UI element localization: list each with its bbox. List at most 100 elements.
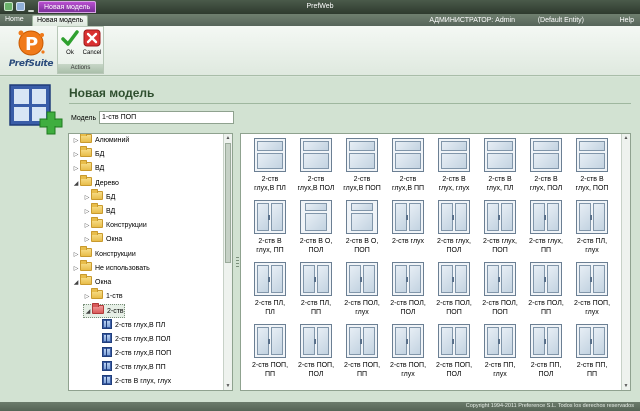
expand-toggle-icon[interactable]: ◢ — [72, 177, 80, 191]
model-tile[interactable]: 2-ств В глух, ПОП — [569, 138, 615, 193]
tree-folder[interactable]: ◢ 2-ств — [83, 303, 125, 319]
model-tile[interactable]: 2-ств В глух, ПОЛ — [523, 138, 569, 193]
folder-icon — [92, 303, 104, 315]
model-tile[interactable]: 2-ств В О, ПОЛ — [293, 200, 339, 255]
cancel-button[interactable]: Cancel — [81, 29, 103, 61]
tree-folder[interactable]: ▷ Окна — [83, 231, 122, 247]
model-tile[interactable]: 2-ств ПОП, ПП — [339, 324, 385, 379]
tab-new-model[interactable]: Новая модель — [32, 15, 89, 26]
scroll-up-icon[interactable]: ▲ — [225, 135, 231, 141]
tree-folder[interactable]: ▷ ВД — [83, 203, 116, 219]
model-caption-line1: 2-ств ПОП, — [573, 300, 611, 307]
model-caption-line1: 2-ств В — [488, 176, 512, 183]
window-thumbnail-icon — [484, 262, 516, 296]
expand-toggle-icon[interactable]: ▷ — [83, 205, 91, 219]
model-tile[interactable]: 2-ств ПОП, ПП — [247, 324, 293, 379]
window-thumbnail-icon — [576, 324, 608, 358]
quick-access-dropdown-icon[interactable] — [28, 10, 34, 12]
tree-model-item[interactable]: 2-ств глух,В ПОЛ — [94, 332, 171, 347]
model-tile-caption: 2-ств ПОП, глух — [569, 299, 615, 317]
window-thumbnail-icon — [392, 324, 424, 358]
model-tile[interactable]: 2-ств ПОП, ПОЛ — [431, 324, 477, 379]
scroll-down-icon[interactable]: ▼ — [623, 383, 629, 389]
model-tile-caption: 2-ств В глух, ПОЛ — [523, 175, 569, 193]
tree-folder[interactable]: ▷ 1-ств — [83, 288, 123, 304]
model-tile[interactable]: 2-ств глух,В ПП — [385, 138, 431, 193]
model-caption-line2: ПП — [356, 371, 368, 378]
save-icon[interactable] — [4, 2, 13, 11]
model-tile[interactable]: 2-ств глух,В ПЛ — [247, 138, 293, 193]
model-tile-caption: 2-ств ПОП, ПП — [247, 361, 293, 379]
help-link[interactable]: Help — [620, 16, 634, 25]
model-tile[interactable]: 2-ств глух, ПОЛ — [431, 200, 477, 255]
model-caption-line2: ПОП — [446, 309, 462, 316]
model-tile[interactable]: 2-ств В глух, ПЛ — [477, 138, 523, 193]
model-tile[interactable]: 2-ств ПЛ, ПЛ — [247, 262, 293, 317]
tree-folder[interactable]: ▷ БД — [83, 188, 115, 205]
model-tile[interactable]: 2-ств глух — [385, 200, 431, 246]
model-caption-line1: 2-ств В — [442, 176, 466, 183]
tree-scrollbar[interactable]: ▲ ▼ — [223, 134, 232, 390]
model-tile[interactable]: 2-ств ПП, ПП — [569, 324, 615, 379]
grid-scrollbar[interactable]: ▲ ▼ — [621, 134, 630, 390]
model-tile[interactable]: 2-ств ПОЛ, ПП — [523, 262, 569, 317]
window-model-icon — [102, 361, 112, 372]
window-thumbnail-icon — [346, 324, 378, 358]
model-caption-line1: 2-ств ПОЛ, — [390, 300, 426, 307]
window-thumbnail-icon — [300, 138, 332, 172]
model-tile-caption: 2-ств глух,В ПОЛ — [293, 175, 339, 193]
model-tile[interactable]: 2-ств глух, ПП — [523, 200, 569, 255]
model-tile[interactable]: 2-ств ПП, ПОЛ — [523, 324, 569, 379]
model-tile[interactable]: 2-ств ПЛ, глух — [569, 200, 615, 255]
expand-toggle-icon[interactable]: ◢ — [72, 276, 80, 290]
model-tile[interactable]: 2-ств глух,В ПОП — [339, 138, 385, 193]
tree-node-label: Конструкции — [95, 250, 136, 258]
splitter-grip[interactable] — [236, 257, 239, 267]
expand-toggle-icon[interactable]: ◢ — [84, 305, 92, 319]
model-tile[interactable]: 2-ств В глух, глух — [431, 138, 477, 193]
expand-toggle-icon[interactable]: ▷ — [72, 262, 80, 276]
model-tile[interactable]: 2-ств ПОП, ПОЛ — [293, 324, 339, 379]
model-tile[interactable]: 2-ств ПОЛ, ПОП — [477, 262, 523, 317]
tree-folder[interactable]: ▷ БД — [72, 146, 104, 162]
model-tile[interactable]: 2-ств ПОЛ, ПОП — [431, 262, 477, 317]
model-tile[interactable]: 2-ств ПОЛ, глух — [339, 262, 385, 317]
window-model-icon — [102, 318, 112, 329]
scroll-down-icon[interactable]: ▼ — [225, 383, 231, 389]
model-tile[interactable]: 2-ств глух, ПОП — [477, 200, 523, 255]
model-tile-caption: 2-ств ПОЛ, ПОП — [477, 299, 523, 317]
model-tile[interactable]: 2-ств ПОП, глух — [385, 324, 431, 379]
tree-model-item[interactable]: 2-ств В глух, глух — [94, 375, 171, 389]
model-tile[interactable]: 2-ств ПОП, глух — [569, 262, 615, 317]
expand-toggle-icon[interactable]: ▷ — [83, 290, 91, 304]
expand-toggle-icon[interactable]: ▷ — [83, 191, 91, 205]
expand-toggle-icon[interactable]: ▷ — [72, 134, 80, 148]
expand-toggle-icon[interactable]: ▷ — [83, 219, 91, 233]
menu-tabs: Home Новая модель АДМИНИСТРАТОР: Admin (… — [0, 14, 640, 26]
ok-button[interactable]: Ok — [59, 29, 81, 61]
scroll-up-icon[interactable]: ▲ — [623, 135, 629, 141]
tree-node-label: ВД — [106, 208, 116, 215]
model-tile-caption: 2-ств ПЛ, ПП — [293, 299, 339, 317]
folder-icon — [80, 274, 92, 285]
model-input[interactable] — [99, 111, 234, 124]
model-caption-line1: 2-ств ПЛ, — [576, 238, 608, 245]
model-tile[interactable]: 2-ств В глух, ПП — [247, 200, 293, 255]
tree-folder[interactable]: ▷ ВД — [72, 160, 104, 176]
tree-model-item[interactable]: 2-ств глух,В ПП — [94, 361, 166, 375]
tree-model-item[interactable]: 2-ств глух,В ПОП — [94, 347, 171, 361]
expand-toggle-icon[interactable]: ▷ — [72, 162, 80, 176]
expand-toggle-icon[interactable]: ▷ — [72, 248, 80, 262]
model-tile[interactable]: 2-ств В О, ПОП — [339, 200, 385, 255]
tree-scroll-thumb[interactable] — [225, 143, 231, 263]
model-tile[interactable]: 2-ств ПП, глух — [477, 324, 523, 379]
cancel-label: Cancel — [82, 50, 102, 56]
tree-model-item[interactable]: 2-ств глух,В ПЛ — [94, 318, 165, 333]
quick-access-icon[interactable] — [16, 2, 25, 11]
model-tile[interactable]: 2-ств глух,В ПОЛ — [293, 138, 339, 193]
model-caption-line2: ПОЛ — [308, 371, 324, 378]
tab-home[interactable]: Home — [1, 15, 28, 26]
expand-toggle-icon[interactable]: ▷ — [72, 148, 80, 162]
model-tile[interactable]: 2-ств ПЛ, ПП — [293, 262, 339, 317]
model-tile[interactable]: 2-ств ПОЛ, ПОЛ — [385, 262, 431, 317]
